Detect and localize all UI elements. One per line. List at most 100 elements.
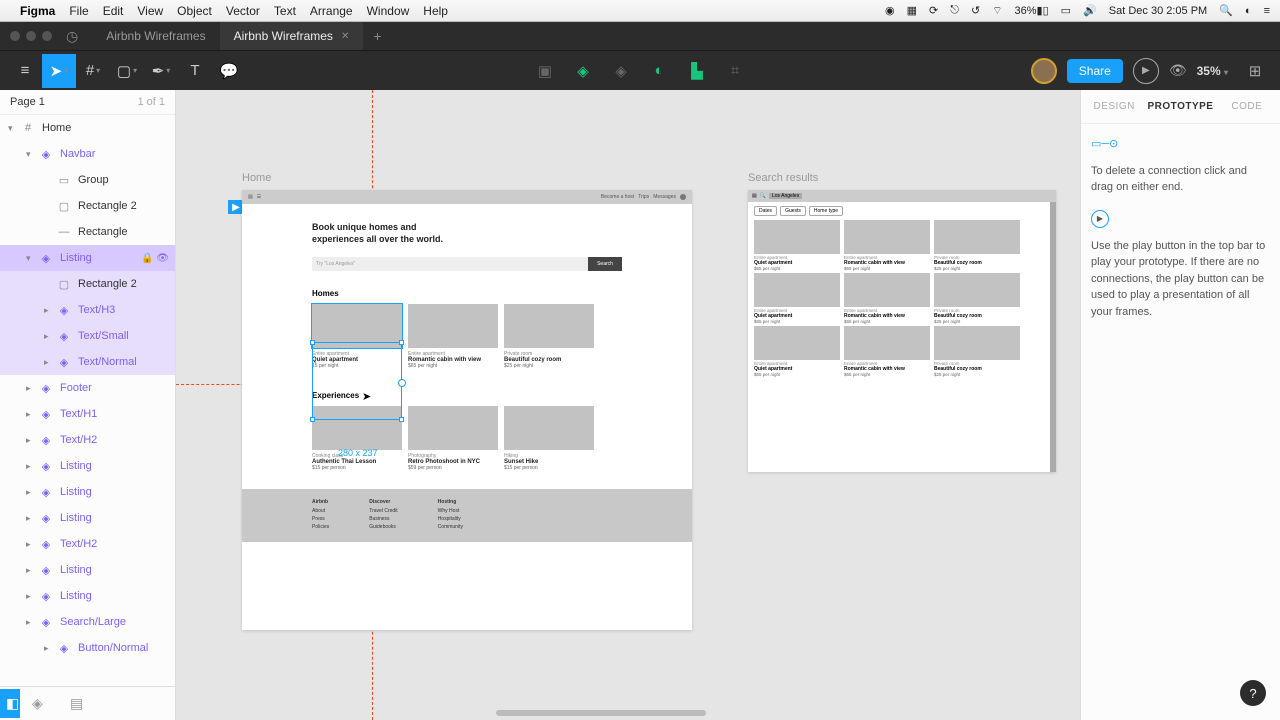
shape-tool[interactable]: ▢▾: [110, 54, 144, 88]
layer-row[interactable]: ▸◈Text/Small: [0, 323, 175, 349]
layer-row[interactable]: ▸◈Button/Normal: [0, 635, 175, 661]
pen-tool[interactable]: ✒▾: [144, 54, 178, 88]
component-icon[interactable]: ▣: [531, 57, 559, 85]
wireframe-navbar: ▤☰ Become a host Trips Messages: [242, 190, 692, 204]
menu-button[interactable]: ≡: [8, 54, 42, 88]
page-name[interactable]: Page 1: [10, 96, 45, 108]
canvas-scrollbar[interactable]: [496, 710, 706, 716]
app-name[interactable]: Figma: [20, 4, 55, 18]
layers-tab-icon[interactable]: ◧: [0, 689, 20, 718]
instance-icon[interactable]: ◈: [569, 57, 597, 85]
mac-menubar: Figma File Edit View Object Vector Text …: [0, 0, 1280, 22]
cursor-icon: ➤: [362, 390, 371, 403]
result-card: Private roomBeautiful cozy room$25 per n…: [934, 273, 1020, 324]
view-settings-icon[interactable]: 👁: [1169, 62, 1187, 79]
assets-tab-icon[interactable]: ◈: [32, 695, 52, 712]
toolbar: ≡ ➤▾ #▾ ▢▾ ✒▾ T 💬 ▣ ◈ ◈ ◐ ▙ ⌗ Share ▶ 👁 …: [0, 50, 1280, 90]
mask-icon[interactable]: ◈: [607, 57, 635, 85]
selection-dimensions: 280 x 237: [338, 448, 378, 458]
layer-row[interactable]: —Rectangle: [0, 219, 175, 245]
text-tool[interactable]: T: [178, 54, 212, 88]
window-controls[interactable]: [10, 31, 52, 41]
union-icon[interactable]: ▙: [683, 57, 711, 85]
tab-design[interactable]: DESIGN: [1081, 90, 1147, 123]
search-header: ▤🔍Los Angeles: [748, 190, 1056, 202]
play-icon: ▶: [1091, 210, 1109, 228]
layer-row[interactable]: ▸◈Text/H2: [0, 531, 175, 557]
menu-edit[interactable]: Edit: [103, 4, 124, 18]
status-icon[interactable]: ↺: [971, 4, 980, 17]
close-icon[interactable]: ✕: [341, 31, 349, 42]
notification-icon[interactable]: ≡: [1264, 5, 1270, 17]
layer-row[interactable]: ▸◈Text/H1: [0, 401, 175, 427]
siri-icon[interactable]: ◐: [1245, 5, 1252, 17]
layer-row[interactable]: ▸◈Listing: [0, 479, 175, 505]
layer-row[interactable]: ▸◈Listing: [0, 505, 175, 531]
share-button[interactable]: Share: [1067, 59, 1123, 83]
frame-search-results[interactable]: Search results ▤🔍Los Angeles Dates Guest…: [748, 190, 1056, 472]
status-icon[interactable]: ⟳: [929, 4, 938, 17]
layer-row[interactable]: ▸◈Listing: [0, 583, 175, 609]
layer-row[interactable]: ▸◈Text/Normal: [0, 349, 175, 375]
layer-row[interactable]: ▢Rectangle 2: [0, 271, 175, 297]
result-card: Private roomBeautiful cozy room$25 per n…: [934, 326, 1020, 377]
layer-row[interactable]: ▸◈Listing: [0, 453, 175, 479]
menu-object[interactable]: Object: [177, 4, 212, 18]
user-avatar[interactable]: [1031, 58, 1057, 84]
tab-code[interactable]: CODE: [1214, 90, 1280, 123]
layer-row[interactable]: ▭Group: [0, 167, 175, 193]
layer-row[interactable]: ▸◈Footer: [0, 375, 175, 401]
layer-row[interactable]: ▸◈Search/Large: [0, 609, 175, 635]
history-icon[interactable]: ◷: [66, 28, 78, 45]
tab-prototype[interactable]: PROTOTYPE: [1147, 90, 1213, 123]
play-button[interactable]: ▶: [1133, 58, 1159, 84]
frame-label[interactable]: Search results: [748, 172, 818, 184]
scrollbar[interactable]: [1050, 202, 1056, 472]
frame-home[interactable]: Home ▤☰ Become a host Trips Messages Boo…: [242, 190, 692, 630]
frame-tool[interactable]: #▾: [76, 54, 110, 88]
menu-file[interactable]: File: [69, 4, 88, 18]
menu-help[interactable]: Help: [423, 4, 448, 18]
selection-box[interactable]: [312, 342, 402, 420]
result-card: Entire apartmentQuiet apartment$65 per n…: [754, 273, 840, 324]
layer-row[interactable]: ▾◈Navbar: [0, 141, 175, 167]
menu-window[interactable]: Window: [367, 4, 410, 18]
help-button[interactable]: ?: [1240, 680, 1266, 706]
layer-row[interactable]: ▸◈Listing: [0, 557, 175, 583]
layer-row[interactable]: ▾◈Listing🔒 👁: [0, 245, 175, 271]
pixel-grid-icon[interactable]: ⊞: [1238, 54, 1272, 88]
experience-card: PhotographyRetro Photoshoot in NYC$59 pe…: [408, 406, 498, 471]
status-icon[interactable]: ⎋: [950, 4, 959, 17]
layer-row[interactable]: ▾#Home: [0, 115, 175, 141]
listing-card: Private roomBeautiful cozy room$25 per n…: [504, 304, 594, 369]
frame-label[interactable]: Home: [242, 172, 271, 184]
move-tool[interactable]: ➤▾: [42, 54, 76, 88]
comment-tool[interactable]: 💬: [212, 54, 246, 88]
layer-row[interactable]: ▸◈Text/H3: [0, 297, 175, 323]
menu-arrange[interactable]: Arrange: [310, 4, 353, 18]
add-tab-button[interactable]: +: [363, 28, 391, 44]
display-icon[interactable]: ▭: [1061, 4, 1071, 17]
prototype-node[interactable]: [398, 379, 406, 387]
crop-icon[interactable]: ⌗: [721, 57, 749, 85]
layer-row[interactable]: ▸◈Text/H2: [0, 427, 175, 453]
hero-heading: Book unique homes and experiences all ov…: [242, 204, 692, 251]
spotlight-icon[interactable]: 🔍: [1219, 4, 1233, 17]
library-icon[interactable]: ▤: [70, 695, 90, 712]
clock[interactable]: Sat Dec 30 2:05 PM: [1109, 5, 1207, 17]
battery-status[interactable]: 36% ▮▯: [1015, 4, 1049, 17]
tab-inactive[interactable]: Airbnb Wireframes: [92, 22, 219, 50]
canvas[interactable]: ▶ Home ▤☰ Become a host Trips Messages B…: [176, 90, 1080, 720]
menu-view[interactable]: View: [137, 4, 163, 18]
zoom-level[interactable]: 35% ▾: [1197, 64, 1228, 78]
menu-vector[interactable]: Vector: [226, 4, 260, 18]
status-icon[interactable]: ▦: [907, 4, 917, 17]
tab-active[interactable]: Airbnb Wireframes✕: [220, 22, 364, 50]
volume-icon[interactable]: 🔊: [1083, 4, 1097, 17]
result-card: Entire apartmentRomantic cabin with view…: [844, 273, 930, 324]
status-icon[interactable]: ◉: [885, 4, 895, 17]
layer-row[interactable]: ▢Rectangle 2: [0, 193, 175, 219]
menu-text[interactable]: Text: [274, 4, 296, 18]
wifi-icon[interactable]: ⌔: [992, 4, 1002, 18]
boolean-icon[interactable]: ◐: [645, 57, 673, 85]
